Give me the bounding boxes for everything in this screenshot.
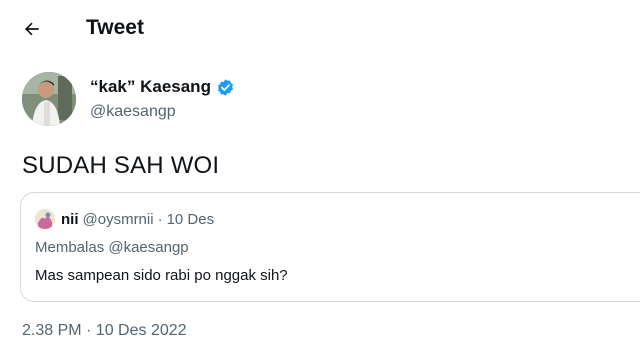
meta-separator: · [157, 210, 163, 228]
tweet-text: SUDAH SAH WOI [22, 152, 220, 179]
verified-badge-icon [216, 78, 235, 97]
arrow-left-icon [25, 22, 39, 36]
quoted-tweet[interactable]: nii @oysmrnii · 10 Des Membalas @kaesang… [20, 192, 640, 302]
author-display-name[interactable]: “kak” Kaesang [90, 77, 211, 97]
avatar[interactable] [22, 72, 76, 126]
author-name-row: “kak” Kaesang [90, 77, 235, 97]
replying-to: Membalas @kaesangp [35, 239, 189, 256]
quoted-author-name: nii [61, 210, 79, 228]
quoted-tweet-header: nii @oysmrnii · 10 Des [35, 209, 214, 229]
quoted-author-handle: @oysmrnii [82, 210, 154, 228]
quoted-avatar [35, 209, 55, 229]
author-handle[interactable]: @kaesangp [90, 103, 176, 121]
back-button[interactable] [14, 11, 50, 47]
avatar-image [22, 72, 76, 126]
tweet-header: Tweet [0, 0, 640, 58]
tweet-timestamp[interactable]: 2.38 PM · 10 Des 2022 [22, 322, 187, 340]
quoted-tweet-text: Mas sampean sido rabi po nggak sih? [35, 267, 288, 284]
page-title: Tweet [86, 16, 144, 39]
tweet-author: “kak” Kaesang @kaesangp [22, 72, 622, 132]
quoted-date: 10 Des [166, 210, 215, 228]
